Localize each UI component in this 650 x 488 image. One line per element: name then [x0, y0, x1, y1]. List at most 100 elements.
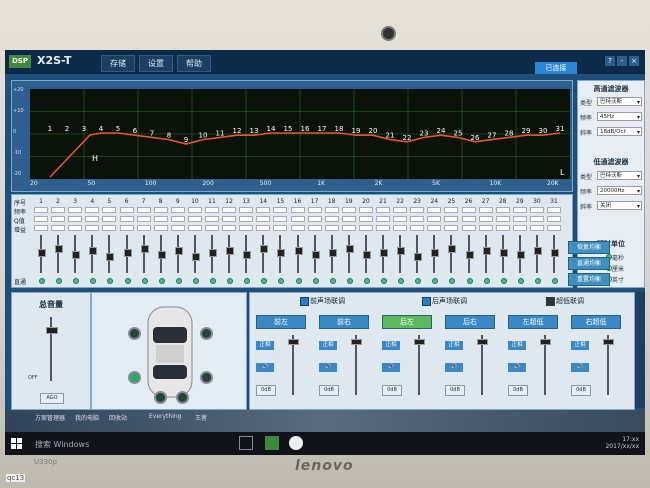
band-q-input[interactable]: [324, 216, 339, 222]
band-bypass-indicator[interactable]: [517, 278, 524, 284]
band-q-input[interactable]: [273, 216, 288, 222]
hp-slope-select[interactable]: 18dB/Oct: [597, 127, 642, 137]
band-gain-input[interactable]: [512, 225, 527, 231]
channel-volume-slider[interactable]: [477, 339, 488, 345]
band-gain-input[interactable]: [68, 225, 83, 231]
band-bypass-indicator[interactable]: [466, 278, 473, 284]
menu-settings-button[interactable]: 设置: [139, 55, 173, 72]
band-gain-track[interactable]: [142, 235, 145, 273]
band-q-input[interactable]: [478, 216, 493, 222]
eq-response-graph[interactable]: 1 2 3 4 5 6 7 8910 11 12 13 14 15 16 17 18 19 2021 2223 24 2…: [30, 89, 570, 179]
band-q-input[interactable]: [187, 216, 202, 222]
band-bypass-indicator[interactable]: [141, 278, 148, 284]
channel-select-button[interactable]: 前右: [319, 315, 369, 329]
sub-link-checkbox[interactable]: [546, 297, 555, 306]
rear-left-speaker-icon[interactable]: [128, 371, 141, 384]
band-gain-slider[interactable]: [294, 247, 303, 255]
front-right-speaker-icon[interactable]: [200, 327, 213, 340]
band-freq-input[interactable]: [427, 207, 442, 213]
band-gain-input[interactable]: [290, 225, 305, 231]
band-q-input[interactable]: [410, 216, 425, 222]
lp-type-select[interactable]: 巴特沃斯: [597, 171, 642, 181]
band-gain-input[interactable]: [205, 225, 219, 231]
band-gain-slider[interactable]: [106, 253, 115, 261]
band-gain-input[interactable]: [444, 225, 459, 231]
delay-option-inch[interactable]: 英寸: [612, 275, 624, 284]
band-bypass-indicator[interactable]: [244, 278, 251, 284]
band-q-input[interactable]: [461, 216, 476, 222]
channel-select-button[interactable]: 右超低: [571, 315, 621, 329]
band-bypass-indicator[interactable]: [500, 278, 507, 284]
band-q-input[interactable]: [102, 216, 117, 222]
band-gain-slider[interactable]: [191, 253, 200, 261]
restore-eq-button[interactable]: 恢复均衡: [568, 241, 610, 254]
band-freq-input[interactable]: [444, 207, 459, 213]
channel-select-button[interactable]: 后右: [445, 315, 495, 329]
desktop-item-3[interactable]: Everything: [149, 413, 181, 420]
band-gain-input[interactable]: [136, 225, 151, 231]
delay-option-cm[interactable]: 厘米: [612, 264, 624, 273]
band-bypass-indicator[interactable]: [363, 278, 370, 284]
rear-link-checkbox[interactable]: [422, 297, 431, 306]
mute-button[interactable]: 🔊: [256, 363, 274, 372]
hp-freq-input[interactable]: 45Hz: [597, 112, 642, 122]
band-gain-input[interactable]: [461, 225, 476, 231]
band-gain-slider[interactable]: [482, 247, 491, 255]
band-bypass-indicator[interactable]: [449, 278, 456, 284]
band-gain-slider[interactable]: [72, 251, 81, 259]
band-gain-slider[interactable]: [551, 249, 559, 257]
band-freq-input[interactable]: [478, 207, 493, 213]
band-freq-input[interactable]: [34, 207, 48, 213]
band-bypass-indicator[interactable]: [56, 278, 63, 284]
band-freq-input[interactable]: [170, 207, 185, 213]
band-gain-slider[interactable]: [123, 249, 132, 257]
band-gain-input[interactable]: [239, 225, 254, 231]
band-gain-input[interactable]: [427, 225, 442, 231]
mute-button[interactable]: 🔊: [382, 363, 400, 372]
band-freq-input[interactable]: [376, 207, 390, 213]
phase-button[interactable]: 正相: [445, 341, 463, 350]
band-bypass-indicator[interactable]: [381, 278, 387, 284]
band-gain-input[interactable]: [85, 225, 100, 231]
band-gain-input[interactable]: [256, 225, 271, 231]
band-bypass-indicator[interactable]: [278, 278, 285, 284]
band-bypass-indicator[interactable]: [552, 278, 558, 284]
minimize-button[interactable]: -: [617, 56, 627, 66]
band-q-input[interactable]: [290, 216, 305, 222]
band-bypass-indicator[interactable]: [329, 278, 336, 284]
band-gain-slider[interactable]: [277, 249, 286, 257]
band-q-input[interactable]: [51, 216, 66, 222]
delay-option-ms[interactable]: 毫秒: [612, 253, 624, 262]
band-freq-input[interactable]: [68, 207, 83, 213]
band-gain-slider[interactable]: [414, 253, 423, 261]
band-gain-slider[interactable]: [465, 251, 474, 259]
band-gain-track[interactable]: [57, 235, 60, 273]
band-gain-input[interactable]: [529, 225, 544, 231]
band-freq-input[interactable]: [393, 207, 408, 213]
desktop-item-1[interactable]: 我的电脑: [75, 413, 99, 422]
band-gain-slider[interactable]: [397, 247, 406, 255]
channel-select-button[interactable]: 前左: [256, 315, 306, 329]
band-gain-input[interactable]: [153, 225, 168, 231]
band-q-input[interactable]: [547, 216, 561, 222]
band-bypass-indicator[interactable]: [432, 278, 439, 284]
band-q-input[interactable]: [444, 216, 459, 222]
band-freq-input[interactable]: [187, 207, 202, 213]
band-bypass-indicator[interactable]: [158, 278, 165, 284]
band-gain-slider[interactable]: [345, 245, 354, 253]
band-freq-input[interactable]: [461, 207, 476, 213]
band-q-input[interactable]: [239, 216, 254, 222]
phase-button[interactable]: 正相: [382, 341, 400, 350]
phase-button[interactable]: 正相: [508, 341, 526, 350]
band-q-input[interactable]: [205, 216, 219, 222]
desktop-item-2[interactable]: 回收站: [109, 413, 127, 422]
band-gain-input[interactable]: [273, 225, 288, 231]
band-gain-slider[interactable]: [499, 249, 508, 257]
band-gain-input[interactable]: [187, 225, 202, 231]
band-freq-input[interactable]: [547, 207, 561, 213]
band-bypass-indicator[interactable]: [175, 278, 182, 284]
band-gain-slider[interactable]: [174, 247, 183, 255]
channel-volume-slider[interactable]: [351, 339, 362, 345]
front-link-checkbox[interactable]: [300, 297, 309, 306]
band-gain-slider[interactable]: [140, 245, 149, 253]
